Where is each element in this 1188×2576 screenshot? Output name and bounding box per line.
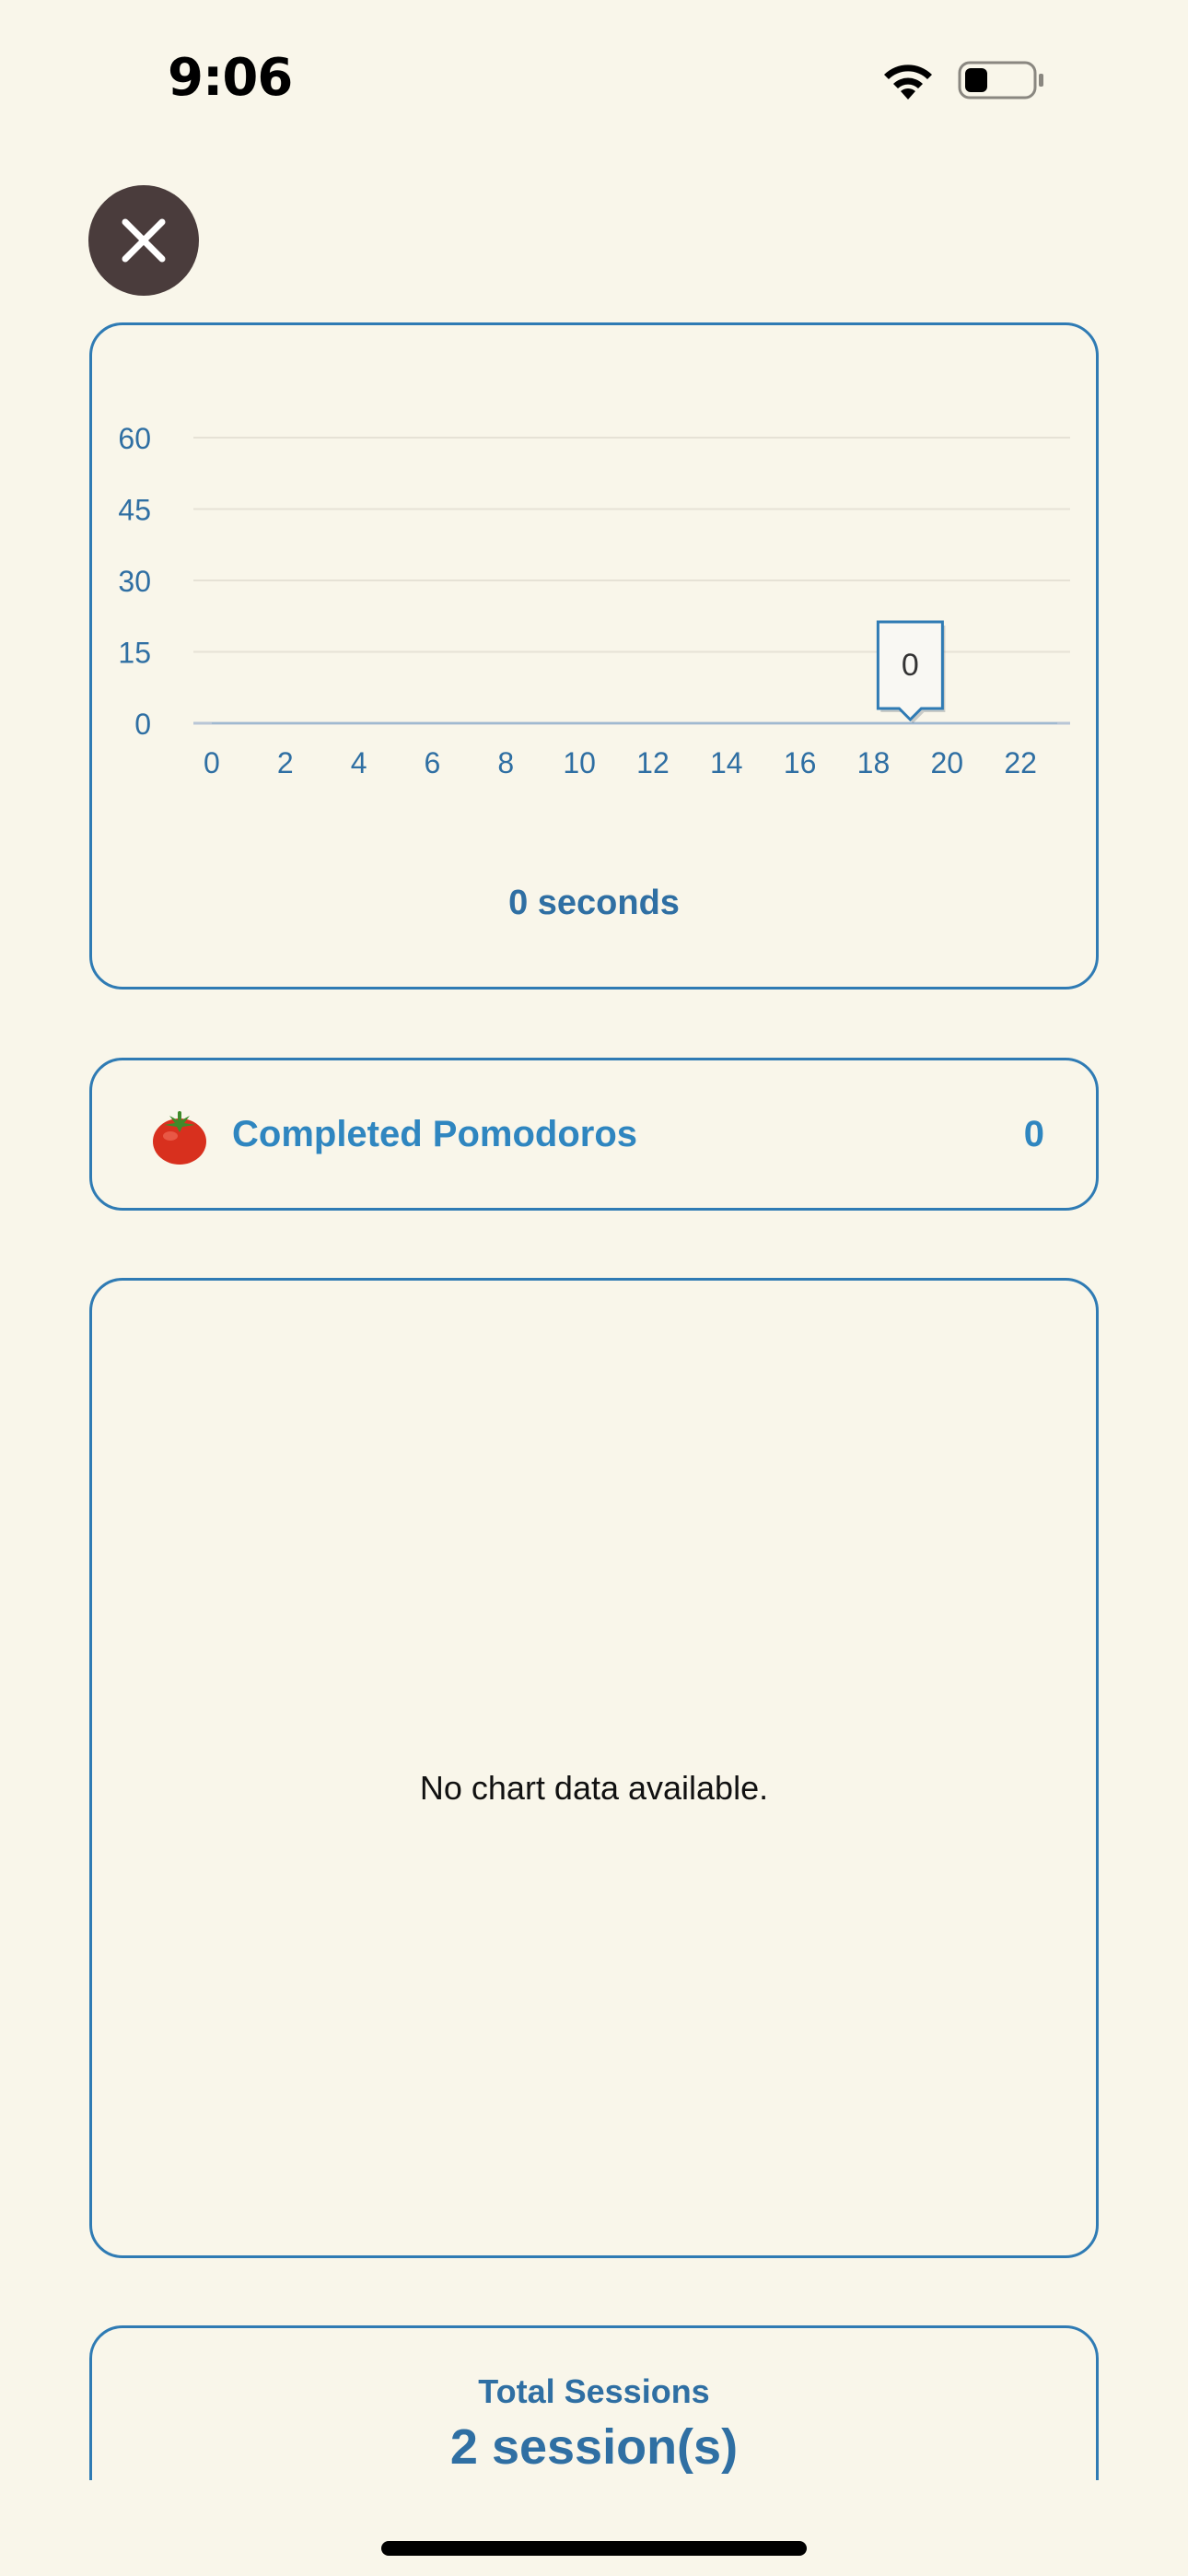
x-tick-label: 22 — [1004, 746, 1037, 779]
x-tick-label: 8 — [497, 746, 514, 779]
time-chart-card: 0 15 30 45 60 0 2 4 6 8 10 12 14 16 18 20 22 0 0 seconds — [89, 322, 1099, 989]
wifi-icon — [884, 64, 932, 100]
tomato-icon — [153, 1111, 206, 1165]
total-sessions-value: 2 session(s) — [449, 2419, 739, 2475]
x-tick-label: 20 — [930, 746, 963, 779]
y-tick-label: 30 — [118, 565, 151, 598]
x-tick-label: 18 — [857, 746, 891, 779]
status-time: 9:06 — [168, 48, 293, 108]
completed-pomodoros-count: 0 — [1023, 1114, 1044, 1154]
tooltip-value: 0 — [902, 648, 919, 683]
y-tick-label: 15 — [118, 637, 151, 670]
bottom-cover — [0, 2480, 1188, 2576]
x-tick-label: 6 — [425, 746, 441, 779]
x-tick-label: 0 — [204, 746, 220, 779]
close-button[interactable] — [88, 185, 199, 296]
x-tick-label: 14 — [710, 746, 743, 779]
x-tick-label: 16 — [784, 746, 817, 779]
y-tick-label: 0 — [134, 708, 151, 741]
empty-chart-card: No chart data available. — [89, 1278, 1099, 2258]
close-icon — [122, 218, 166, 263]
total-sessions-title: Total Sessions — [478, 2372, 710, 2410]
x-tick-label: 10 — [563, 746, 596, 779]
x-tick-label: 4 — [351, 746, 367, 779]
y-tick-label: 45 — [118, 494, 151, 527]
x-tick-label: 12 — [636, 746, 670, 779]
statistics-screen: 9:06 0 15 30 45 60 0 2 4 6 8 10 12 14 16 18 20 22 0 0 sec… — [0, 0, 1188, 2576]
home-indicator[interactable] — [381, 2541, 807, 2556]
battery-icon — [958, 61, 1043, 100]
x-tick-label: 2 — [277, 746, 294, 779]
y-tick-label: 60 — [118, 422, 151, 455]
completed-pomodoros-card: Completed Pomodoros 0 — [89, 1058, 1099, 1211]
duration-label: 0 seconds — [508, 884, 680, 922]
empty-chart-message: No chart data available. — [419, 1769, 769, 1807]
completed-pomodoros-label: Completed Pomodoros — [232, 1114, 638, 1154]
